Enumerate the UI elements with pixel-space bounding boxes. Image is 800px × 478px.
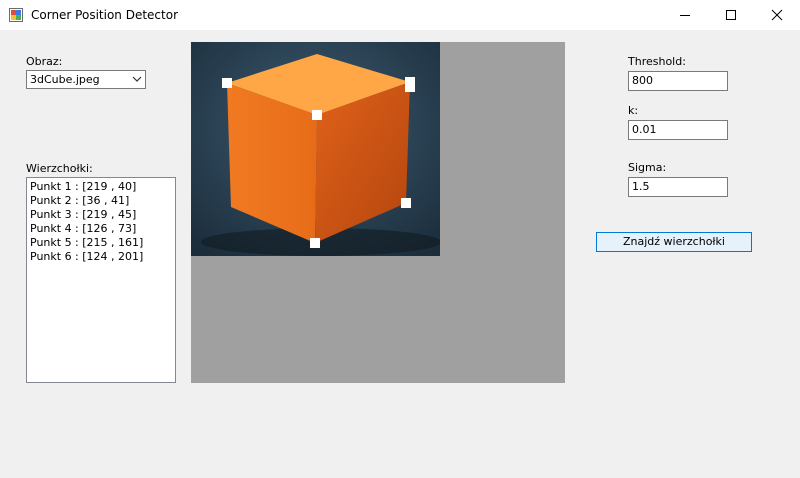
find-corners-button[interactable]: Znajdź wierzchołki xyxy=(596,232,752,252)
list-item[interactable]: Punkt 2 : [36 , 41] xyxy=(30,194,172,208)
title-bar: Corner Position Detector xyxy=(0,0,800,30)
maximize-icon xyxy=(726,10,736,20)
threshold-input[interactable]: 800 xyxy=(628,71,728,91)
minimize-button[interactable] xyxy=(662,0,708,30)
image-select-value: 3dCube.jpeg xyxy=(30,73,100,86)
app-icon xyxy=(9,8,23,22)
k-label: k: xyxy=(628,104,639,117)
minimize-icon xyxy=(680,15,690,16)
close-button[interactable] xyxy=(754,0,800,30)
window-title: Corner Position Detector xyxy=(31,8,179,22)
list-item[interactable]: Punkt 4 : [126 , 73] xyxy=(30,222,172,236)
image-label: Obraz: xyxy=(26,55,63,68)
close-icon xyxy=(771,9,783,21)
list-item[interactable]: Punkt 3 : [219 , 45] xyxy=(30,208,172,222)
list-item[interactable]: Punkt 5 : [215 , 161] xyxy=(30,236,172,250)
image-preview xyxy=(191,42,565,383)
corner-marker xyxy=(222,78,232,88)
corners-label: Wierzchołki: xyxy=(26,162,93,175)
threshold-label: Threshold: xyxy=(628,55,686,68)
list-item[interactable]: Punkt 6 : [124 , 201] xyxy=(30,250,172,264)
k-input[interactable]: 0.01 xyxy=(628,120,728,140)
sigma-input[interactable]: 1.5 xyxy=(628,177,728,197)
corner-marker xyxy=(312,110,322,120)
maximize-button[interactable] xyxy=(708,0,754,30)
corners-list[interactable]: Punkt 1 : [219 , 40] Punkt 2 : [36 , 41]… xyxy=(26,177,176,383)
corner-marker xyxy=(401,198,411,208)
chevron-down-icon xyxy=(132,74,142,87)
corner-marker xyxy=(405,82,415,92)
cube-photo xyxy=(191,42,440,256)
corner-marker xyxy=(310,238,320,248)
image-select[interactable]: 3dCube.jpeg xyxy=(26,70,146,89)
list-item[interactable]: Punkt 1 : [219 , 40] xyxy=(30,180,172,194)
sigma-label: Sigma: xyxy=(628,161,667,174)
